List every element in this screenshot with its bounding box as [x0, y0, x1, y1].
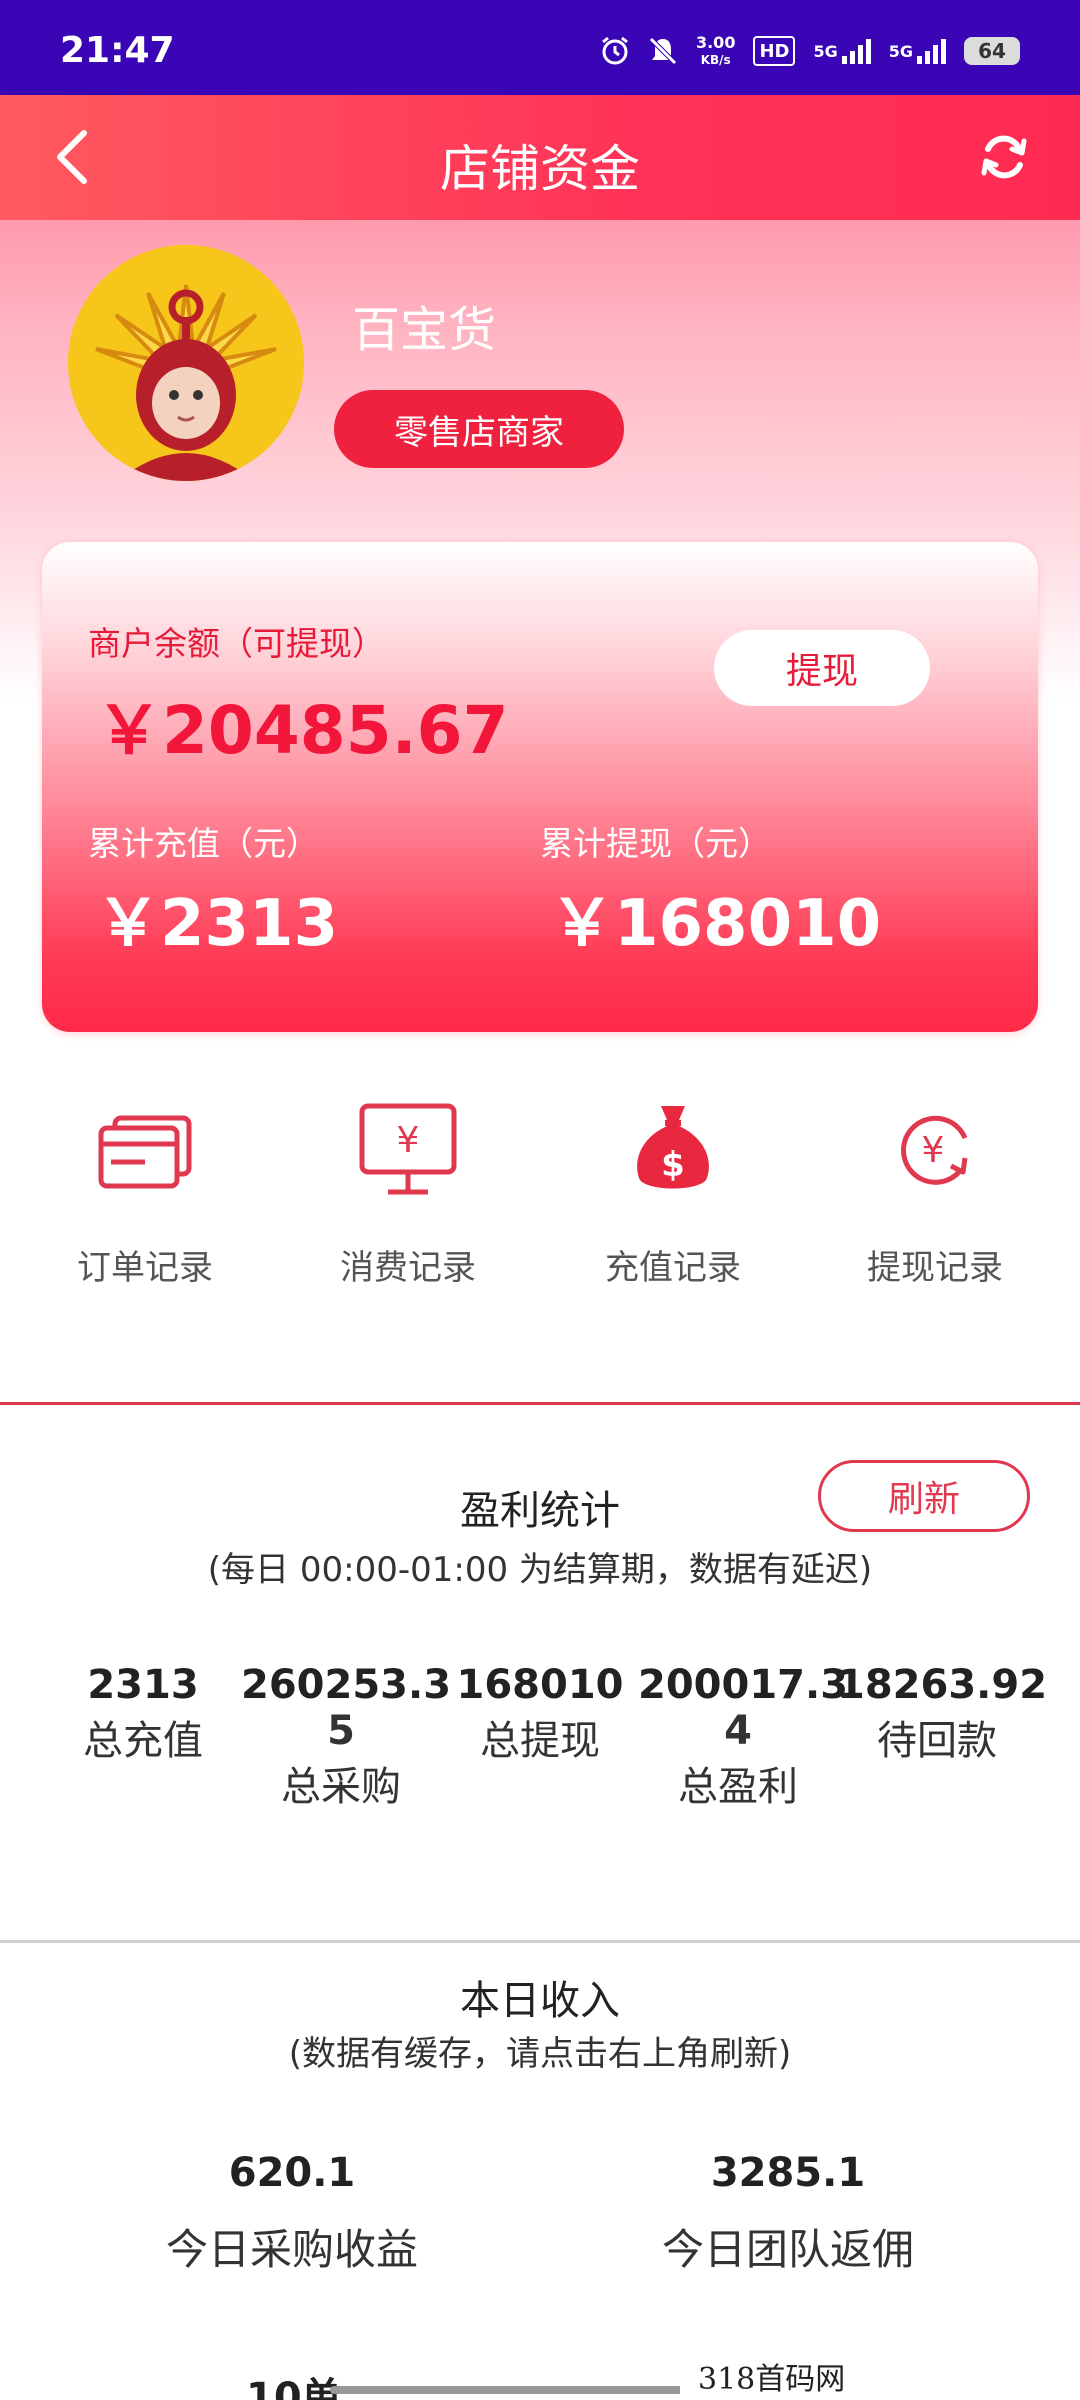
watermark: 318首码网 www.e318.com: [680, 2360, 1080, 2400]
balance-card: 商户余额（可提现） ￥20485.67 提现 累计充值（元） ￥2313 累计提…: [42, 542, 1038, 1032]
stat-label: 总采购: [281, 1764, 401, 1810]
menu-recharge-records[interactable]: $ 充值记录: [548, 1100, 798, 1300]
signal-sim1-icon: 5G: [813, 36, 871, 66]
stat-value: 18263.92: [837, 1662, 1048, 1708]
stat-total-purchase: 260253.3 5 总采购: [241, 1662, 452, 1812]
signal-sim2-icon: 5G: [889, 36, 946, 66]
total-recharge-value: ￥2313: [96, 887, 339, 961]
section-divider: [0, 1402, 1080, 1405]
money-bag-icon: $: [623, 1100, 723, 1200]
net-speed: 3.00 KB/s: [695, 32, 736, 67]
balance-label: 商户余额（可提现）: [88, 624, 385, 663]
partial-order-count: 10单: [246, 2375, 342, 2400]
stat-label: 待回款: [877, 1718, 997, 1764]
balance-value: ￥20485.67: [96, 692, 509, 769]
svg-text:$: $: [661, 1145, 685, 1185]
battery-icon: 64: [964, 37, 1020, 65]
income-title: 本日收入: [460, 1978, 620, 2024]
total-recharge-label: 累计充值（元）: [88, 824, 319, 863]
income-team: 3285.1 今日团队返佣: [578, 2150, 998, 2277]
monitor-yen-icon: ¥: [358, 1100, 458, 1200]
section-divider: [0, 1940, 1080, 1943]
stat-label: 总充值: [83, 1718, 203, 1764]
status-bar: 21:47 3.00 KB/s HD 5G 5G 64: [0, 0, 1080, 95]
income-value: 3285.1: [710, 2150, 866, 2196]
shop-profile: 百宝货 零售店商家: [0, 220, 1080, 520]
stat-value: 260253.3: [241, 1662, 452, 1708]
income-value: 620.1: [228, 2150, 356, 2196]
svg-text:¥: ¥: [397, 1120, 420, 1161]
menu-label: 充值记录: [605, 1248, 741, 1288]
stat-total-recharge: 2313 总充值: [43, 1662, 243, 1766]
stat-value: 168010: [456, 1662, 624, 1708]
shop-type-badge: 零售店商家: [334, 390, 624, 468]
alarm-icon: [600, 36, 630, 66]
stat-value: 2313: [87, 1662, 199, 1708]
stat-label: 总提现: [480, 1718, 600, 1764]
stat-total-profit: 200017.3 4 总盈利: [638, 1662, 849, 1812]
stat-count: 4: [724, 1708, 752, 1754]
refresh-icon[interactable]: [976, 129, 1032, 185]
cards-icon: [95, 1100, 195, 1200]
refresh-button[interactable]: 刷新: [818, 1460, 1030, 1532]
stat-value: 200017.3: [638, 1662, 849, 1708]
menu-label: 提现记录: [867, 1248, 1003, 1288]
stat-count: 5: [327, 1708, 355, 1754]
menu-label: 消费记录: [340, 1248, 476, 1288]
hd-icon: HD: [753, 36, 796, 66]
total-withdrawn-label: 累计提现（元）: [540, 824, 771, 863]
income-subtitle: (数据有缓存，请点击右上角刷新): [288, 2034, 792, 2074]
menu-withdraw-records[interactable]: ¥ 提现记录: [810, 1100, 1060, 1300]
app-header: 店铺资金: [0, 95, 1080, 220]
stat-label: 总盈利: [678, 1764, 798, 1810]
avatar[interactable]: [68, 245, 304, 481]
page-title: 店铺资金: [440, 140, 640, 198]
total-withdrawn-value: ￥168010: [550, 887, 882, 961]
withdraw-button[interactable]: 提现: [714, 630, 930, 706]
status-icons: 3.00 KB/s HD 5G 5G 64: [600, 32, 1020, 67]
stat-pending: 18263.92 待回款: [837, 1662, 1048, 1766]
income-label: 今日采购收益: [165, 2225, 418, 2274]
menu-consume-records[interactable]: ¥ 消费记录: [283, 1100, 533, 1300]
stat-total-withdraw: 168010 总提现: [440, 1662, 640, 1766]
mute-icon: [648, 36, 678, 66]
status-time: 21:47: [60, 30, 175, 71]
svg-text:¥: ¥: [922, 1130, 945, 1171]
menu-label: 订单记录: [77, 1248, 213, 1288]
profit-subtitle: (每日 00:00-01:00 为结算期，数据有延迟): [207, 1550, 873, 1590]
record-menu: 订单记录 ¥ 消费记录 $ 充值记录 ¥ 提现记录: [0, 1100, 1080, 1300]
yen-exchange-icon: ¥: [885, 1100, 985, 1200]
menu-order-records[interactable]: 订单记录: [20, 1100, 270, 1300]
income-label: 今日团队返佣: [661, 2225, 914, 2274]
income-purchase: 620.1 今日采购收益: [82, 2150, 502, 2277]
shop-name: 百宝货: [352, 302, 497, 358]
